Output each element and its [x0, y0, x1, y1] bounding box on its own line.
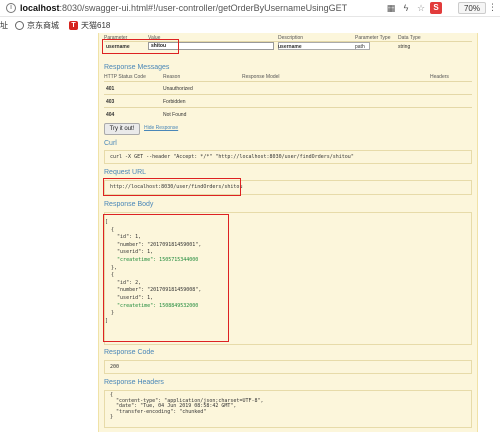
more-icon[interactable]: ⋮ — [488, 2, 497, 13]
highlight-parameter — [102, 39, 179, 54]
url-host: localhost — [20, 3, 60, 13]
address-bar[interactable]: i localhost:8030/swagger-ui.html#!/user-… — [0, 0, 500, 17]
status-code-401: 401 — [106, 86, 115, 92]
url-text[interactable]: localhost:8030/swagger-ui.html#!/user-co… — [20, 3, 347, 13]
header-line: "transfer-encoding": "chunked" — [110, 408, 207, 415]
bookmark-cut-label: 址 — [0, 20, 8, 30]
divider — [104, 81, 472, 82]
header-line: } — [110, 414, 114, 421]
tmall-icon: T — [69, 20, 78, 30]
bookmark-label: 京东商城 — [27, 20, 59, 30]
col-response-model: Response Model — [242, 74, 280, 80]
operation-panel: Parameter Value Description Parameter Ty… — [98, 33, 478, 432]
highlight-request-url — [103, 178, 241, 196]
col-http-status: HTTP Status Code — [104, 74, 146, 80]
highlight-response-body — [103, 214, 229, 342]
response-body-title: Response Body — [104, 201, 154, 208]
response-headers-title: Response Headers — [104, 379, 164, 386]
status-reason: Not Found — [163, 112, 187, 118]
status-code-403: 403 — [106, 99, 115, 105]
curl-command: curl -X GET --header "Accept: */*" "http… — [104, 150, 472, 164]
status-reason: Unauthorized — [163, 86, 193, 92]
zoom-level[interactable]: 70% — [457, 2, 486, 14]
param-data-type: string — [398, 44, 411, 50]
status-reason: Forbidden — [163, 99, 186, 105]
bookmark-jd[interactable]: 京东商城 — [15, 20, 59, 31]
lightning-icon[interactable]: ϟ — [400, 2, 412, 14]
star-icon[interactable]: ☆ — [415, 2, 427, 14]
param-description: username — [278, 44, 302, 50]
param-type: path — [355, 44, 365, 50]
bookmark-label: 天猫618 — [81, 20, 111, 30]
curl-title: Curl — [104, 140, 117, 147]
bookmark-tmall[interactable]: T 天猫618 — [69, 20, 110, 31]
status-code-404: 404 — [106, 112, 115, 118]
divider — [104, 107, 472, 108]
info-icon[interactable]: i — [6, 3, 16, 13]
response-messages-title: Response Messages — [104, 64, 170, 71]
extension-s-icon[interactable]: S — [430, 2, 442, 14]
divider — [104, 94, 472, 95]
response-code-value: 200 — [104, 360, 472, 374]
response-code-title: Response Code — [104, 349, 155, 356]
response-headers-box: { "content-type": "application/json;char… — [104, 390, 472, 428]
request-url-title: Request URL — [104, 169, 147, 176]
grid-icon[interactable]: ▦ — [385, 2, 397, 14]
try-it-out-button[interactable]: Try it out! — [104, 123, 140, 135]
hide-response-link[interactable]: Hide Response — [144, 125, 178, 131]
address-bar-icons: ▦ ϟ ☆ S — [385, 2, 442, 14]
col-reason: Reason — [163, 74, 181, 80]
url-path: :8030/swagger-ui.html#!/user-controller/… — [59, 3, 348, 13]
bookmarks-bar: 址 京东商城 T 天猫618 — [0, 17, 500, 33]
col-headers: Headers — [430, 74, 449, 80]
globe-icon — [15, 20, 24, 30]
